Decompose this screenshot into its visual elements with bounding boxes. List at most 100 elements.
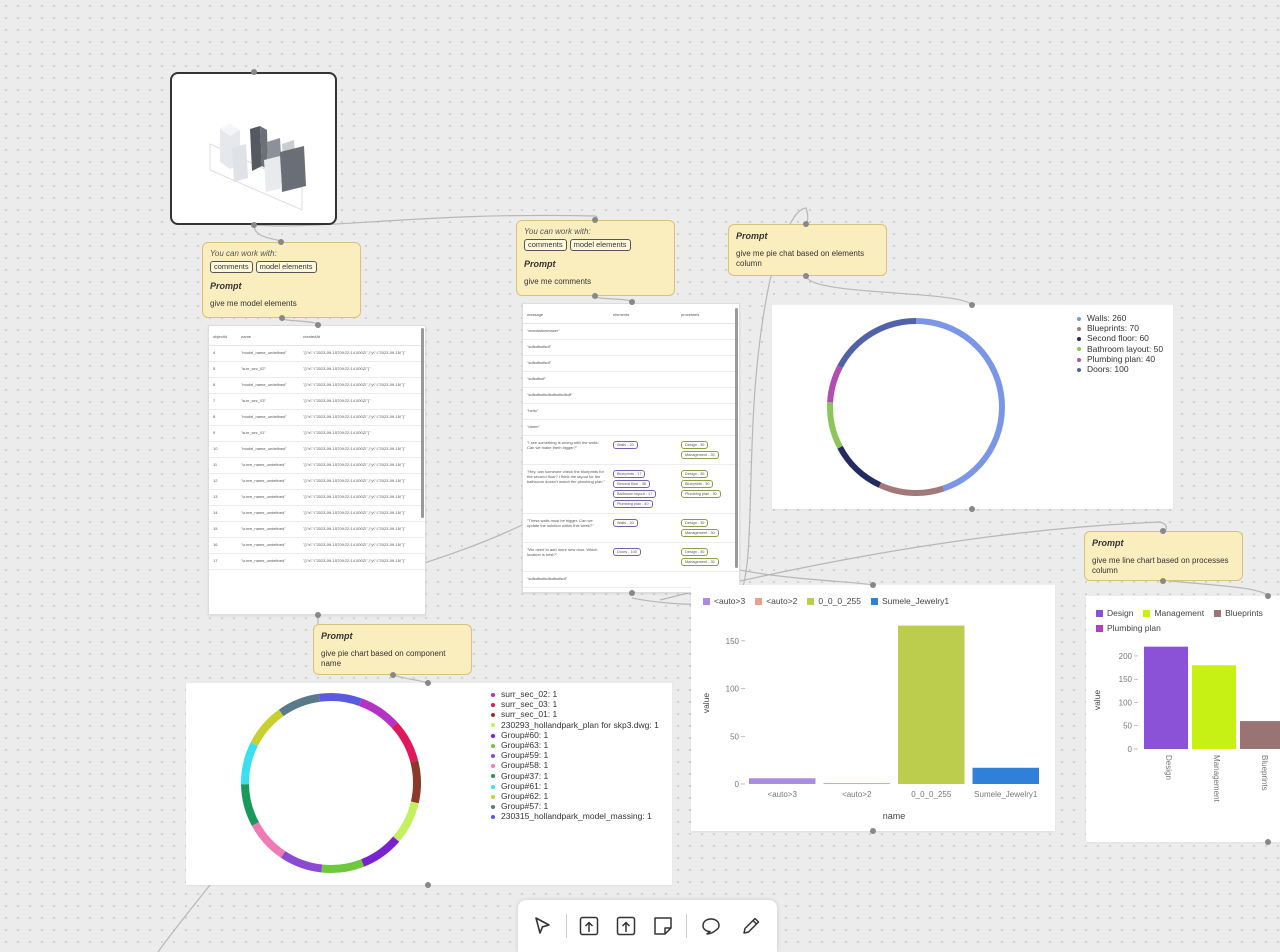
- table-row[interactable]: 8 "model_name_undefined" "{\"x\":\"2023-09…: [209, 409, 425, 426]
- element-tag[interactable]: Plumbing plan - 40: [613, 500, 653, 508]
- anchor-dot[interactable]: [315, 612, 321, 618]
- model-image-node[interactable]: [170, 72, 337, 225]
- pie-slice[interactable]: [250, 709, 284, 746]
- anchor-dot[interactable]: [278, 239, 284, 245]
- anchor-dot[interactable]: [390, 672, 396, 678]
- table-row[interactable]: 7 "surr_sec_03" "{\"x\":\"2023-09-15T09:22…: [209, 393, 425, 410]
- anchor-dot[interactable]: [1160, 528, 1166, 534]
- legend-item[interactable]: 230293_hollandpark_plan for skp3.dwg: 1: [491, 720, 659, 730]
- pie-slice[interactable]: [241, 783, 259, 826]
- pie-slice[interactable]: [827, 402, 843, 449]
- chip-model-elements[interactable]: model elements: [255, 261, 317, 274]
- anchor-dot[interactable]: [425, 680, 431, 686]
- pie-slice[interactable]: [318, 693, 362, 706]
- chip-comments[interactable]: comments: [524, 239, 567, 252]
- prompt-node-model-elements[interactable]: You can work with: comments model element…: [202, 242, 361, 318]
- element-tag[interactable]: Second floor - 38: [613, 480, 650, 488]
- pie-slice[interactable]: [251, 821, 286, 858]
- pie-slice[interactable]: [278, 693, 321, 717]
- anchor-dot[interactable]: [315, 322, 321, 328]
- legend-item[interactable]: Bathroom layout: 50: [1077, 344, 1163, 354]
- comment-icon[interactable]: [699, 914, 723, 938]
- pie-slice[interactable]: [391, 722, 419, 763]
- anchor-dot[interactable]: [803, 273, 809, 279]
- prompt-node-comments[interactable]: You can work with: comments model element…: [516, 220, 675, 296]
- legend-item[interactable]: Walls: 260: [1077, 313, 1163, 323]
- element-tag[interactable]: Walls - 20: [613, 441, 638, 449]
- process-tag[interactable]: Management - 30: [681, 451, 719, 459]
- anchor-dot[interactable]: [592, 293, 598, 299]
- pie-slice[interactable]: [878, 482, 945, 496]
- process-tag[interactable]: Design - 30: [681, 441, 709, 449]
- anchor-dot[interactable]: [251, 69, 257, 75]
- pie-slice[interactable]: [393, 801, 419, 842]
- pie-slice[interactable]: [358, 698, 398, 728]
- pie-slice[interactable]: [360, 836, 400, 867]
- table-row[interactable]: 4 "model_name_undefined" "{\"x\":\"2023-09…: [209, 345, 425, 362]
- table-scrollbar[interactable]: [735, 308, 738, 568]
- table-row[interactable]: "hello": [523, 403, 739, 420]
- anchor-dot[interactable]: [629, 590, 635, 596]
- table-row[interactable]: "annotationmaker": [523, 323, 739, 340]
- element-tag[interactable]: Blueprints - 17: [613, 470, 646, 478]
- element-tag[interactable]: Doors - 100: [613, 548, 641, 556]
- anchor-dot[interactable]: [870, 828, 876, 834]
- table-row[interactable]: "sdfsdfsdfsdf": [523, 339, 739, 356]
- pie-slice[interactable]: [915, 318, 1005, 492]
- legend-item[interactable]: surr_sec_01: 1: [491, 709, 659, 719]
- legend-item[interactable]: Doors: 100: [1077, 364, 1163, 374]
- legend-item[interactable]: surr_sec_02: 1: [491, 689, 659, 699]
- table-row[interactable]: "I see something is wrong with the walls…: [523, 435, 739, 465]
- anchor-dot[interactable]: [1265, 593, 1271, 599]
- legend-item[interactable]: Group#57: 1: [491, 801, 659, 811]
- bar[interactable]: [749, 778, 816, 784]
- anchor-dot[interactable]: [870, 582, 876, 588]
- process-tag[interactable]: Management - 30: [681, 529, 719, 537]
- pie-slice[interactable]: [410, 760, 421, 804]
- bar[interactable]: [1192, 665, 1236, 749]
- pencil-icon[interactable]: [739, 914, 763, 938]
- table-row[interactable]: 5 "surr_sec_02" "{\"x\":\"2023-09-15T09:22…: [209, 361, 425, 378]
- table-scrollbar[interactable]: [421, 328, 424, 518]
- processes-bar-chart[interactable]: Design Management BlueprintsPlumbing plan …: [1086, 596, 1280, 842]
- process-tag[interactable]: Design - 30: [681, 519, 709, 527]
- model-elements-table[interactable]: objectId name createdAt 4 "model_name_und…: [208, 325, 426, 615]
- table-row[interactable]: "These walls must be bigger. Can we upda…: [523, 513, 739, 543]
- table-row[interactable]: 13 "curve_name_undefined" "{\"x\":\"2023-0…: [209, 489, 425, 506]
- legend-item[interactable]: Group#62: 1: [491, 791, 659, 801]
- prompt-node-component-pie[interactable]: Prompt give pie chart based on component…: [313, 624, 472, 675]
- legend-item[interactable]: surr_sec_03: 1: [491, 699, 659, 709]
- bar[interactable]: [1144, 646, 1188, 749]
- table-row[interactable]: "sdfsdfsdfsdfsdfsdfsdfsdf": [523, 387, 739, 404]
- pie-slice[interactable]: [837, 318, 917, 369]
- upload-icon[interactable]: [614, 914, 638, 938]
- process-tag[interactable]: Management - 30: [681, 558, 719, 566]
- pie-slice[interactable]: [241, 742, 258, 785]
- pie-slice[interactable]: [827, 365, 843, 403]
- cursor-icon[interactable]: [530, 914, 554, 938]
- anchor-dot[interactable]: [251, 222, 257, 228]
- table-row[interactable]: 9 "surr_sec_01" "{\"x\":\"2023-09-15T09:22…: [209, 425, 425, 442]
- bar[interactable]: [1240, 721, 1280, 749]
- anchor-dot[interactable]: [1265, 839, 1271, 845]
- legend-item[interactable]: Second floor: 60: [1077, 333, 1163, 343]
- table-row[interactable]: 11 "curve_name_undefined" "{\"x\":\"2023-0…: [209, 457, 425, 474]
- name-value-bar-chart[interactable]: <auto>3 <auto>2 0_0_0_255 Sumele_Jewelry1 1…: [691, 585, 1055, 831]
- upload-icon[interactable]: [577, 914, 601, 938]
- table-row[interactable]: "damn": [523, 419, 739, 436]
- table-row[interactable]: 16 "curve_name_undefined" "{\"x\":\"2023-0…: [209, 537, 425, 554]
- elements-pie-chart[interactable]: Walls: 260 Blueprints: 70 Second floor: 60…: [772, 305, 1173, 509]
- element-tag[interactable]: Bathroom layout - 17: [613, 490, 657, 498]
- bar[interactable]: [972, 767, 1040, 784]
- anchor-dot[interactable]: [1160, 578, 1166, 584]
- anchor-dot[interactable]: [969, 506, 975, 512]
- table-row[interactable]: "We need to add more new door. Which loc…: [523, 542, 739, 572]
- process-tag[interactable]: Plumbing plan - 30: [681, 490, 721, 498]
- anchor-dot[interactable]: [592, 217, 598, 223]
- table-row[interactable]: "Hey, can someone check the blueprints f…: [523, 464, 739, 514]
- legend-item[interactable]: Group#37: 1: [491, 771, 659, 781]
- table-row[interactable]: 6 "model_name_undefined" "{\"x\":\"2023-09…: [209, 377, 425, 394]
- anchor-dot[interactable]: [629, 299, 635, 305]
- legend-item[interactable]: Blueprints: 70: [1077, 323, 1163, 333]
- legend-item[interactable]: Group#58: 1: [491, 760, 659, 770]
